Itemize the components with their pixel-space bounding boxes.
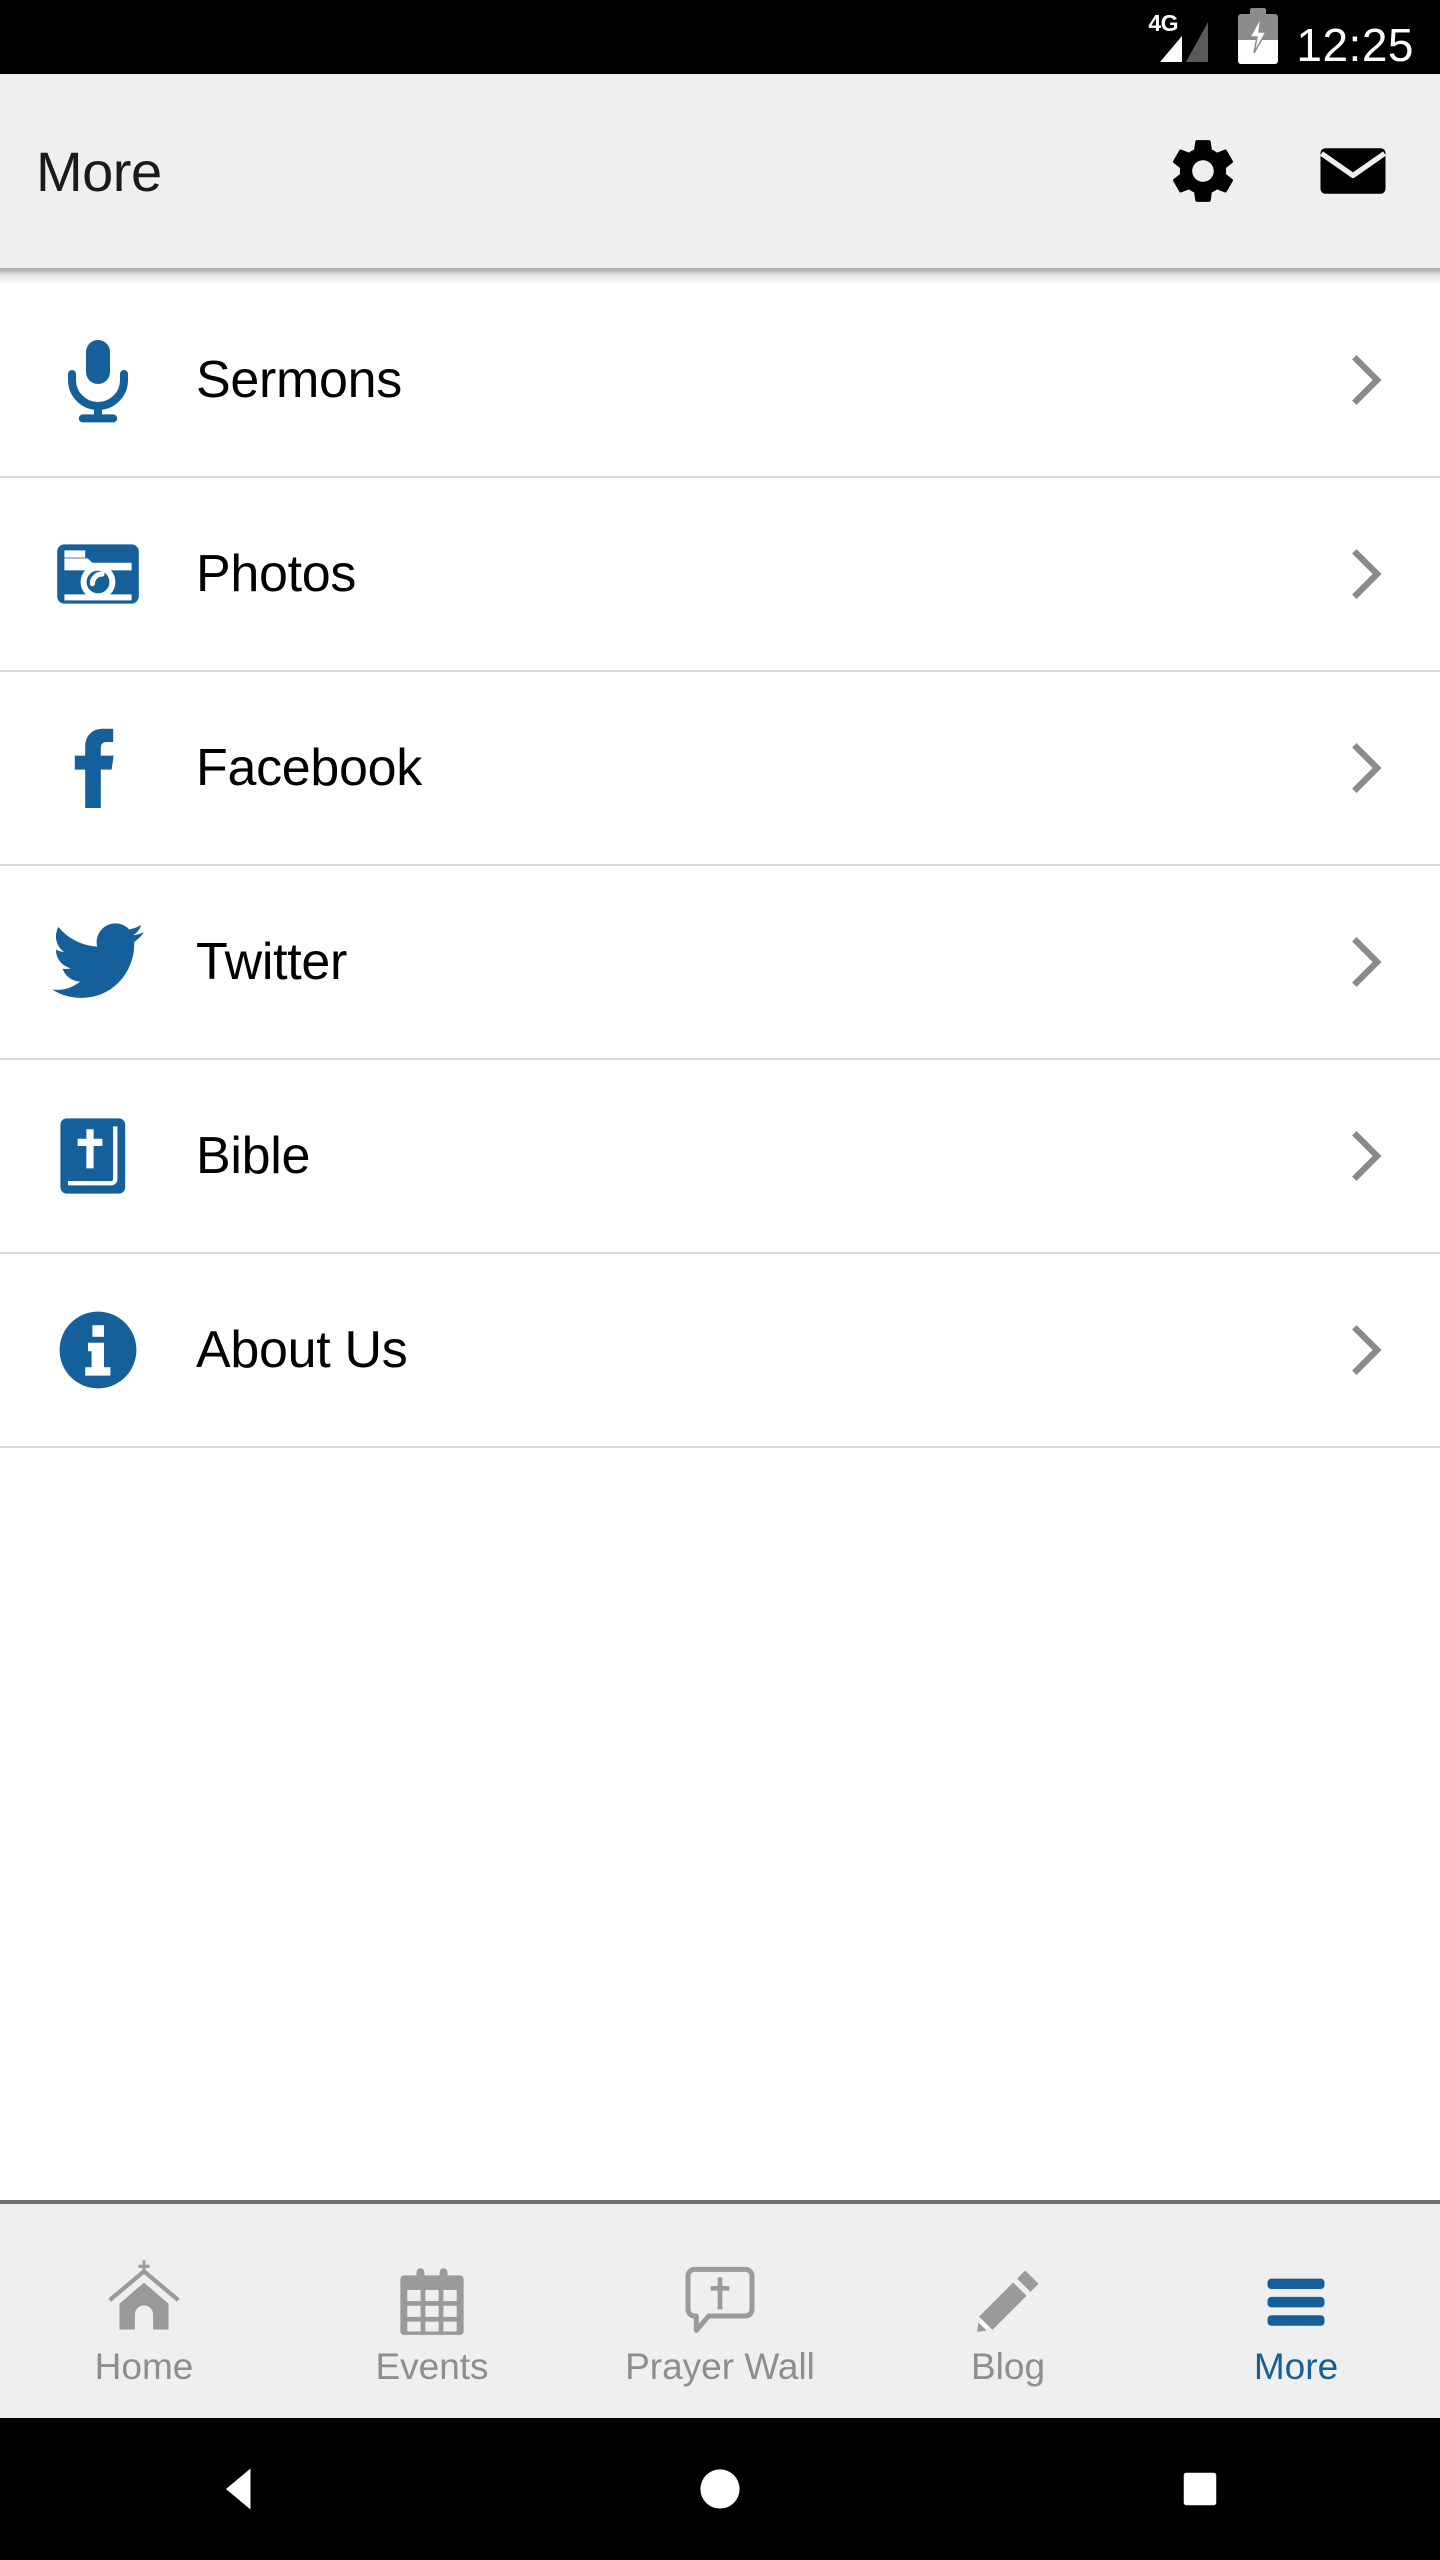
chevron-right-icon bbox=[1290, 671, 1440, 865]
tab-prayer-wall[interactable]: Prayer Wall bbox=[576, 2204, 864, 2418]
android-nav-bar bbox=[0, 2418, 1440, 2560]
church-icon bbox=[102, 2248, 186, 2340]
page-title: More bbox=[36, 139, 162, 203]
list-item-photos[interactable]: Photos bbox=[0, 478, 1440, 672]
chevron-right-icon bbox=[1290, 1059, 1440, 1253]
list-item-twitter[interactable]: Twitter bbox=[0, 866, 1440, 1060]
back-button[interactable] bbox=[180, 2418, 300, 2560]
square-recents-icon bbox=[1183, 2472, 1217, 2506]
tab-label: Events bbox=[375, 2345, 489, 2387]
pencil-icon bbox=[969, 2248, 1047, 2340]
list-item-label: Bible bbox=[196, 1127, 311, 1185]
tab-blog[interactable]: Blog bbox=[864, 2204, 1152, 2418]
envelope-icon bbox=[1319, 148, 1387, 194]
battery-charging-icon bbox=[1238, 8, 1279, 64]
camera-icon bbox=[0, 477, 196, 671]
speech-bubble-cross-icon bbox=[680, 2248, 760, 2340]
header-shadow bbox=[0, 268, 1440, 284]
tab-label: Home bbox=[94, 2345, 194, 2387]
list-item-label: Facebook bbox=[196, 739, 422, 797]
chevron-right-icon bbox=[1290, 1253, 1440, 1447]
gear-icon bbox=[1173, 140, 1233, 202]
tab-home[interactable]: Home bbox=[0, 2204, 288, 2418]
more-menu-list: Sermons Photos Facebook Twitter Bible Ab… bbox=[0, 284, 1440, 1448]
triangle-back-icon bbox=[226, 2468, 251, 2510]
info-circle-icon bbox=[0, 1253, 196, 1447]
list-item-about-us[interactable]: About Us bbox=[0, 1254, 1440, 1448]
settings-button[interactable] bbox=[1164, 132, 1242, 210]
home-button[interactable] bbox=[660, 2418, 780, 2560]
bottom-tab-bar: Home Events Prayer Wall Blog More bbox=[0, 2200, 1440, 2418]
circle-home-icon bbox=[700, 2469, 740, 2509]
list-item-label: About Us bbox=[196, 1321, 408, 1379]
tab-more[interactable]: More bbox=[1152, 2204, 1440, 2418]
hamburger-menu-icon bbox=[1258, 2248, 1334, 2340]
mail-button[interactable] bbox=[1314, 132, 1392, 210]
status-bar: 4G 12:25 bbox=[0, 0, 1440, 74]
microphone-icon bbox=[0, 283, 196, 477]
chevron-right-icon bbox=[1290, 283, 1440, 477]
list-item-bible[interactable]: Bible bbox=[0, 1060, 1440, 1254]
header-actions bbox=[1164, 132, 1440, 210]
list-item-label: Twitter bbox=[196, 933, 348, 991]
app-screen: 4G 12:25 More Sermons Photos Facebook Tw… bbox=[0, 0, 1440, 2560]
signal-bars-icon: 4G bbox=[1148, 12, 1220, 66]
status-time: 12:25 bbox=[1296, 19, 1414, 71]
app-header: More bbox=[0, 74, 1440, 268]
list-item-facebook[interactable]: Facebook bbox=[0, 672, 1440, 866]
list-item-sermons[interactable]: Sermons bbox=[0, 284, 1440, 478]
facebook-icon bbox=[0, 671, 196, 865]
list-item-label: Sermons bbox=[196, 351, 402, 409]
bible-book-icon bbox=[0, 1059, 196, 1253]
twitter-bird-icon bbox=[0, 865, 196, 1059]
tab-label: More bbox=[1253, 2345, 1339, 2387]
chevron-right-icon bbox=[1290, 477, 1440, 671]
tab-label: Prayer Wall bbox=[625, 2345, 815, 2387]
calendar-icon bbox=[394, 2248, 470, 2340]
tab-events[interactable]: Events bbox=[288, 2204, 576, 2418]
list-item-label: Photos bbox=[196, 545, 357, 603]
chevron-right-icon bbox=[1290, 865, 1440, 1059]
tab-label: Blog bbox=[970, 2345, 1046, 2387]
recents-button[interactable] bbox=[1140, 2418, 1260, 2560]
